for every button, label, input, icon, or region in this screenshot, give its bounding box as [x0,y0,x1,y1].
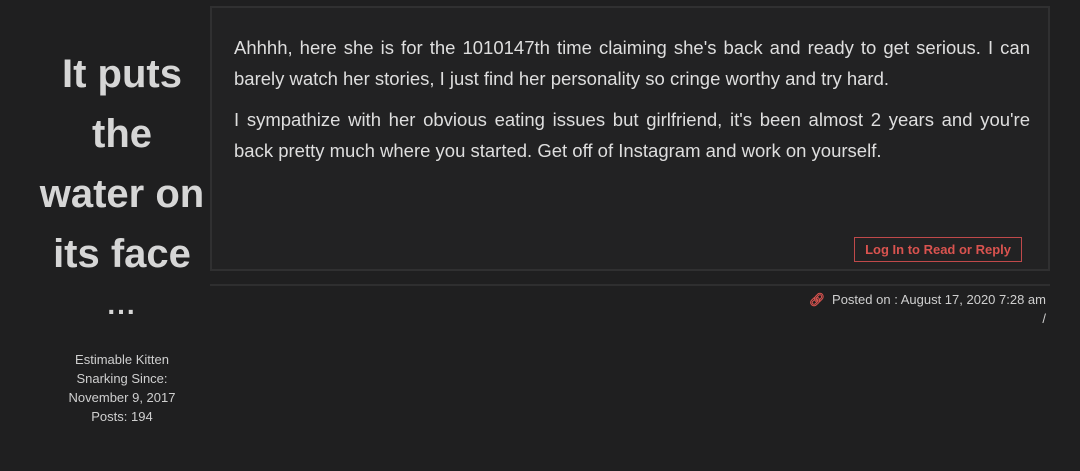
posted-on-label: Posted on : [832,292,898,307]
member-since-date: November 9, 2017 [68,390,176,405]
post-divider [210,284,1050,286]
author-panel: It puts the water on its face ... Estima… [38,44,206,426]
link-icon[interactable]: 🔗︎ [809,292,826,307]
author-name-line: It puts [62,52,182,96]
footer-separator: / [1042,311,1046,326]
post-count-label: Posts: [91,409,128,424]
post-count: Posts: 194 [38,407,206,426]
posted-on: 🔗︎ Posted on : August 17, 2020 7:28 am [809,290,1046,309]
post-count-value: 194 [131,409,153,424]
post-paragraph: I sympathize with her obvious eating iss… [234,109,1030,161]
author-meta: Estimable Kitten Snarking Since: Novembe… [38,350,206,426]
post-paragraph: Ahhhh, here she is for the 1010147th tim… [234,37,1030,89]
login-to-reply-button[interactable]: Log In to Read or Reply [854,237,1022,262]
author-name-line: water on [39,172,205,216]
member-since-label: Snarking Since: [76,371,168,386]
post-footer: 🔗︎ Posted on : August 17, 2020 7:28 am / [809,290,1046,328]
posted-on-date: August 17, 2020 7:28 am [900,292,1046,307]
author-ellipsis: ... [107,289,137,320]
post-body: Ahhhh, here she is for the 1010147th tim… [234,32,1030,176]
author-name-line: the [92,112,152,156]
author-name-line: its face [53,232,191,276]
author-title: Estimable Kitten [75,352,169,367]
author-name[interactable]: It puts the water on its face [38,44,206,284]
post-content-box: Ahhhh, here she is for the 1010147th tim… [210,6,1050,271]
